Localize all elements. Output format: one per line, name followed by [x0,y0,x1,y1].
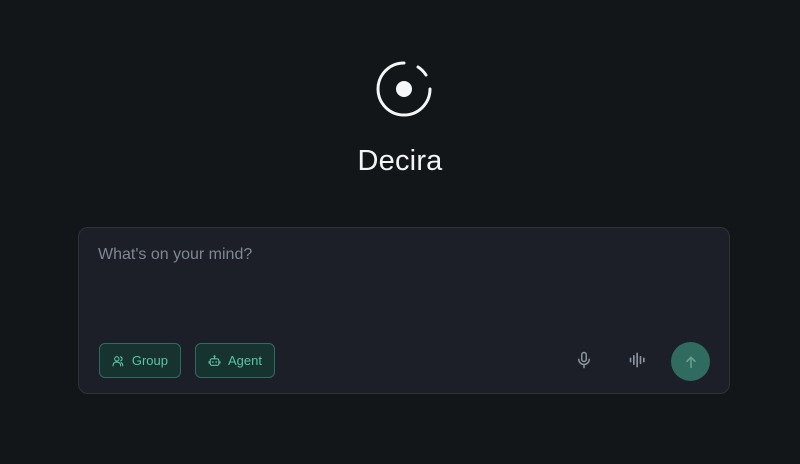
microphone-button[interactable] [566,342,602,378]
microphone-icon [578,351,590,369]
users-icon [112,355,124,366]
agent-button[interactable]: Agent [195,343,275,378]
group-button[interactable]: Group [99,343,181,378]
app-page: Decira Group Agent [0,0,800,464]
radio-target-logo [376,61,432,117]
prompt-input[interactable] [98,246,698,336]
voice-mode-button[interactable] [620,342,656,378]
arrow-up-icon [685,356,696,368]
waveform-icon [629,352,645,368]
app-title: Decira [357,145,443,177]
robot-icon [208,354,221,366]
composer-panel: Group Agent [78,227,730,394]
agent-button-label: Agent [228,353,262,368]
send-button[interactable] [671,342,710,381]
group-button-label: Group [131,353,168,368]
